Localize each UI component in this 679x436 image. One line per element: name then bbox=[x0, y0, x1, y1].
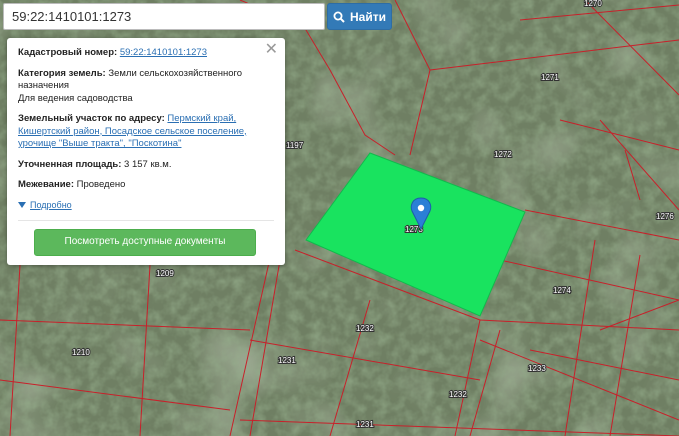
cadastral-number-row: Кадастровый номер: 59:22:1410101:1273 bbox=[18, 47, 274, 60]
parcel-label: 1272 bbox=[494, 150, 512, 159]
survey-row: Межевание: Проведено bbox=[18, 179, 274, 192]
cadastral-number-label: Кадастровый номер: bbox=[18, 47, 118, 58]
parcel-label: 1210 bbox=[72, 348, 90, 357]
search-button-label: Найти bbox=[350, 9, 386, 24]
parcel-label: 1271 bbox=[541, 73, 559, 82]
address-label: Земельный участок по адресу: bbox=[18, 113, 165, 124]
parcel-label: 1231 bbox=[278, 356, 296, 365]
area-row: Уточненная площадь: 3 157 кв.м. bbox=[18, 159, 274, 172]
cadastral-search-input[interactable] bbox=[3, 3, 325, 30]
survey-value: Проведено bbox=[76, 179, 126, 190]
search-icon bbox=[333, 11, 345, 23]
caret-down-icon bbox=[18, 201, 26, 208]
view-documents-button[interactable]: Посмотреть доступные документы bbox=[34, 229, 256, 256]
survey-label: Межевание: bbox=[18, 179, 74, 190]
details-link[interactable]: Подробно bbox=[30, 199, 72, 212]
area-label: Уточненная площадь: bbox=[18, 158, 122, 170]
close-icon[interactable]: ✕ bbox=[265, 42, 278, 58]
cadastral-number-link[interactable]: 59:22:1410101:1273 bbox=[120, 47, 207, 58]
details-toggle[interactable]: Подробно bbox=[18, 199, 274, 212]
parcel-info-panel: ✕ Кадастровый номер: 59:22:1410101:1273 … bbox=[7, 38, 285, 265]
land-category-row: Категория земель: Земли сельскохозяйстве… bbox=[18, 68, 274, 106]
parcel-label: 1233 bbox=[528, 364, 546, 373]
parcel-label: 1231 bbox=[356, 420, 374, 429]
parcel-label: 1197 bbox=[286, 141, 304, 150]
area-value: 3 157 кв.м. bbox=[124, 158, 172, 170]
parcel-label: 1270 bbox=[584, 0, 602, 8]
parcel-label: 1209 bbox=[156, 269, 174, 278]
parcel-label: 1232 bbox=[356, 324, 374, 333]
parcel-label: 1232 bbox=[449, 390, 467, 399]
land-category-label: Категория земель: bbox=[18, 67, 106, 79]
parcel-label: 1276 bbox=[656, 212, 674, 221]
address-row: Земельный участок по адресу: Пермский кр… bbox=[18, 113, 274, 151]
land-purpose-value: Для ведения садоводства bbox=[18, 92, 133, 104]
divider bbox=[18, 220, 274, 221]
parcel-label: 1274 bbox=[553, 286, 571, 295]
search-button[interactable]: Найти bbox=[327, 3, 392, 30]
